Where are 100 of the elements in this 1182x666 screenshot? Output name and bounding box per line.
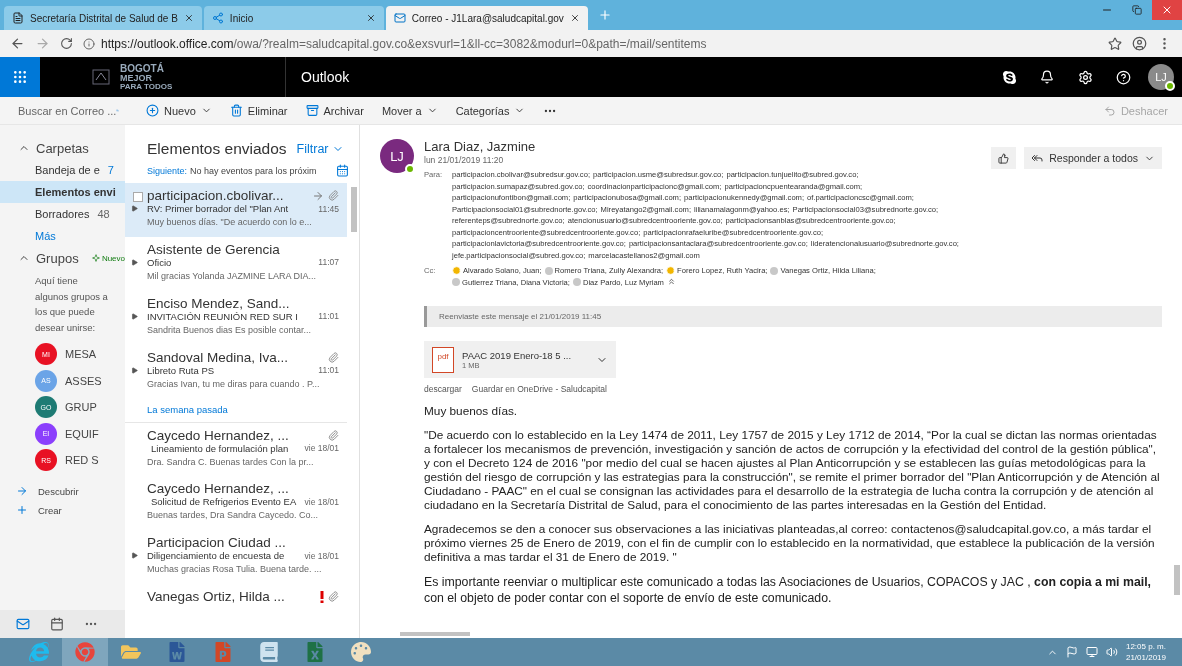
filter-button[interactable]: Filtrar — [296, 142, 344, 156]
help-icon — [1115, 69, 1131, 85]
back-icon[interactable] — [10, 36, 25, 51]
message-subject: Oficio — [147, 256, 173, 268]
speaker-icon[interactable] — [1105, 646, 1118, 658]
checkbox[interactable] — [133, 192, 143, 202]
message-preview: Muchas gracias Rosa Tulia. Buena tarde. ... — [147, 563, 323, 575]
forward-icon[interactable] — [35, 36, 50, 51]
like-button[interactable] — [991, 147, 1017, 169]
sender-avatar: LJ — [380, 139, 414, 173]
browser-tab[interactable]: Secretaría Distrital de Salud de B — [4, 6, 202, 30]
message-sender: Asistente de Gerencia — [147, 241, 281, 257]
list-title: Elementos enviados — [147, 140, 287, 158]
toolbar-button[interactable]: Nuevo — [137, 104, 221, 117]
expand-icon[interactable] — [131, 258, 138, 266]
message-time: vie 18/01 — [304, 496, 339, 507]
horizontal-scrollbar[interactable] — [400, 632, 470, 636]
message-preview: Muy buenos días. "De acuerdo con lo e... — [147, 216, 313, 227]
body-paragraph: Es importante reenviar o multiplicar este comunicado a todas las Asociaciones de Usuarios, COPACOS y JAC , con copia a mi mail, con el objeto de poder contar con el soporte de envío de este comunicado. — [424, 574, 1152, 606]
section-heading: La semana pasada — [125, 398, 347, 423]
grid-icon — [12, 69, 28, 85]
clock[interactable]: 12:05 p. m. 21/01/2019 — [1125, 641, 1166, 663]
toolbar-button[interactable]: Eliminar — [220, 104, 297, 117]
folder-item[interactable]: Bandeja de e 7 — [0, 159, 125, 181]
body-paragraph: Muy buenos días. — [424, 404, 519, 418]
message-subject: RV: Primer borrador del "Plan Ant — [147, 203, 290, 214]
new-group-link[interactable]: Nuevo — [91, 253, 125, 263]
message-sender: Sandoval Medina, Iva... — [147, 349, 290, 365]
bell-icon — [1040, 70, 1054, 84]
browser-tab[interactable]: Inicio — [203, 6, 384, 30]
message-time: 11:01 — [318, 365, 339, 376]
spreadsheet-icon — [305, 642, 325, 662]
agenda-text: No hay eventos para los próxim — [190, 165, 318, 176]
scrollbar[interactable] — [351, 187, 357, 232]
message-item[interactable]: participacion.cbolivar... RV: Primer borrador del "Plan Ant 11:45 Muy buenos días. "De acuerdo con lo e... — [125, 183, 347, 237]
message-preview: Mil gracias Yolanda JAZMINE LARA DIA... — [147, 269, 318, 281]
settings-icon — [1077, 69, 1093, 85]
message-time: 11:01 — [318, 311, 339, 322]
search-field[interactable]: Buscar en Correo ... — [0, 96, 125, 125]
book-icon — [259, 642, 279, 662]
calendar-icon[interactable] — [336, 164, 349, 177]
more-link[interactable]: Más — [0, 225, 125, 247]
skype-icon — [1001, 69, 1017, 85]
trash-icon — [229, 104, 243, 117]
browser-tab[interactable]: Correo - J1Lara@saludcapital.gov — [385, 6, 588, 30]
message-sender: Caycedo Hernandez, ... — [147, 481, 290, 497]
sparkle-icon — [91, 254, 100, 262]
folders-heading[interactable]: Carpetas — [0, 137, 125, 159]
flag-icon[interactable] — [1065, 646, 1078, 658]
expand-icon[interactable] — [131, 552, 138, 560]
browser-icon — [29, 642, 49, 662]
reply-all-button[interactable]: Responder a todos — [1024, 147, 1162, 169]
message-time: vie 18/01 — [304, 550, 339, 561]
folder-item[interactable]: Elementos envi — [0, 181, 125, 203]
close-icon[interactable] — [569, 13, 580, 23]
message-preview: Sandrita Buenos dias Es posible contar... — [147, 323, 313, 335]
toolbar-button[interactable]: Mover a — [372, 104, 447, 117]
arrow-icon — [16, 485, 28, 497]
attachment-link[interactable]: Guardar en OneDrive - Saludcapital — [471, 384, 607, 394]
expand-icon[interactable] — [131, 312, 138, 320]
expand-icon[interactable] — [131, 366, 138, 374]
network-icon[interactable] — [1085, 646, 1098, 658]
attachment-name: PAAC 2019 Enero-18 5 ... — [462, 349, 573, 361]
close-icon[interactable] — [183, 13, 194, 23]
message-subject: Libreto Ruta PS — [147, 364, 216, 376]
profile-icon[interactable] — [1132, 36, 1147, 51]
folder-item[interactable]: Borradores 48 — [0, 203, 125, 225]
groups-heading[interactable]: Grupos Nuevo — [0, 247, 125, 269]
undo-icon — [1103, 104, 1116, 117]
toolbar-button[interactable]: Categorías — [446, 104, 535, 117]
message-sender: Caycedo Hernandez, ... — [147, 427, 290, 443]
message-time: 11:07 — [318, 257, 339, 268]
collapse-icon[interactable] — [666, 276, 676, 286]
sidebar-link[interactable]: Crear — [0, 500, 125, 520]
mail-icon[interactable] — [16, 617, 30, 631]
app-title: Outlook — [300, 69, 351, 85]
document-icon — [167, 642, 187, 662]
sidebar-link[interactable]: Descubrir — [0, 481, 125, 501]
sent-date: lun 21/01/2019 11:20 — [424, 155, 505, 165]
info-icon[interactable] — [83, 37, 95, 50]
message-time: vie 18/01 — [304, 443, 339, 453]
attachment-link[interactable]: descargar — [424, 384, 462, 394]
message-preview: Gracias Ivan, tu me diras para cuando . P... — [147, 377, 321, 389]
archive-icon — [305, 104, 319, 117]
scrollbar[interactable] — [1174, 565, 1180, 595]
message-time: 11:45 — [318, 203, 339, 214]
expand-icon[interactable] — [131, 205, 138, 212]
message-sender: participacion.cbolivar... — [147, 188, 285, 203]
toolbar-button[interactable]: Archivar — [296, 104, 373, 117]
bookmark-star-icon[interactable] — [1108, 36, 1122, 51]
reload-icon[interactable] — [60, 37, 73, 50]
app-launcher-button[interactable] — [0, 57, 40, 97]
close-icon[interactable] — [365, 13, 376, 23]
page-icon — [12, 12, 24, 24]
message-subject: Diligenciamiento de encuesta de — [147, 550, 286, 562]
plus-icon — [597, 8, 612, 22]
body-paragraph: "De acuerdo con lo establecido en la Ley 1474 de 2011, Ley 1757 de 2015 y Ley 1712 de 2014, “Por la cual se dictan las normas orientadas a fortalecer los mecanismos de prevención, investigación y sanción de actos de corrupción y la efectividad del control de la gestión pública", y con el Decreto 124 de 2016 "por medio del cual se hacen ajustes al Plan Anticorrupción y se establecen las guías metodológicas para la gestión del riesgo de corrupción y las estrategias para la construcción", se remite el primer borrador del "Plan Anticorrupción y de Atención al Ciudadano - PAAC" en el cual se consignan las actividades para el desarrollo de la estrategia de lucha contra la corrupción y de atención al ciudadano en la Secretaría Distrital de Salud, para el conocimiento de las partes interesadas en la Gestión del Entidad. — [424, 428, 1161, 512]
calendar-icon[interactable] — [50, 617, 64, 631]
agenda-label: Siguiente: — [147, 165, 188, 176]
close-icon — [1161, 4, 1173, 16]
